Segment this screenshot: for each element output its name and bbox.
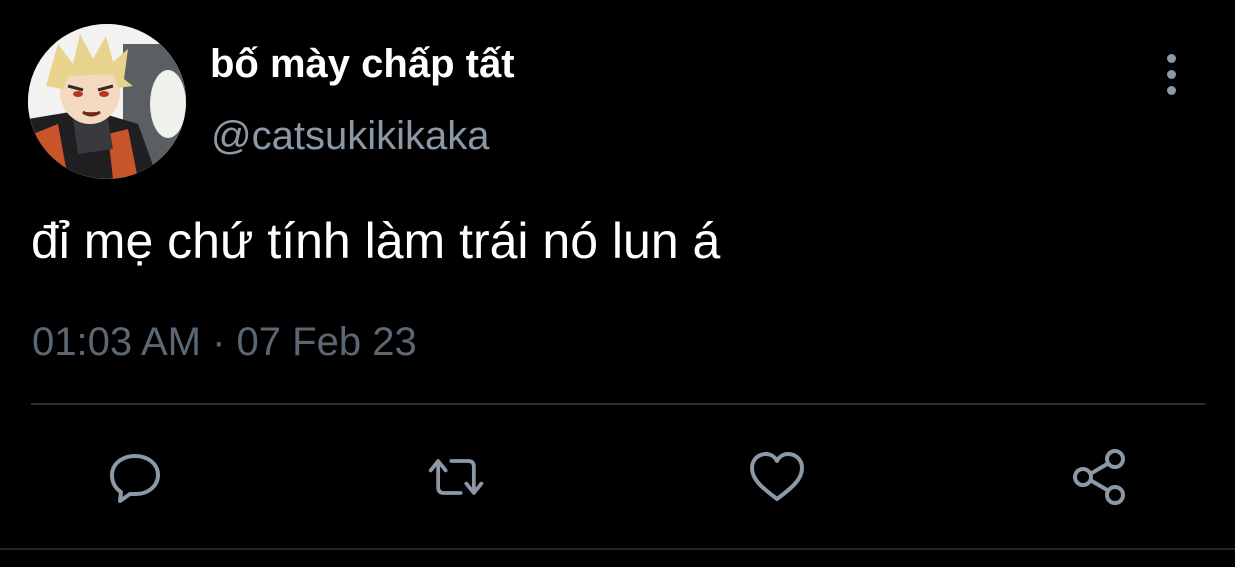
more-icon[interactable] xyxy=(1150,50,1192,98)
like-button[interactable] xyxy=(746,446,808,508)
tweet-timestamp[interactable]: 01:03 AM · 07 Feb 23 xyxy=(32,316,417,368)
tweet-text: đỉ mẹ chứ tính làm trái nó lun á xyxy=(31,213,721,269)
share-button[interactable] xyxy=(1068,446,1130,508)
user-handle[interactable]: @catsukikikaka xyxy=(211,110,489,162)
share-icon xyxy=(1073,449,1125,505)
reply-icon xyxy=(110,454,160,503)
more-dot xyxy=(1166,85,1176,95)
heart-icon xyxy=(750,452,804,501)
more-dot xyxy=(1166,53,1176,63)
tweet-card: bố mày chấp tất @catsukikikaka đỉ mẹ chứ… xyxy=(0,0,1235,567)
retweet-button[interactable] xyxy=(425,446,487,508)
avatar-image xyxy=(28,24,186,179)
retweet-icon xyxy=(428,459,484,495)
avatar[interactable] xyxy=(28,24,186,179)
reply-button[interactable] xyxy=(104,446,166,508)
display-name[interactable]: bố mày chấp tất xyxy=(210,38,515,90)
more-dot xyxy=(1166,69,1176,79)
divider xyxy=(31,403,1205,405)
bottom-divider xyxy=(0,548,1235,550)
